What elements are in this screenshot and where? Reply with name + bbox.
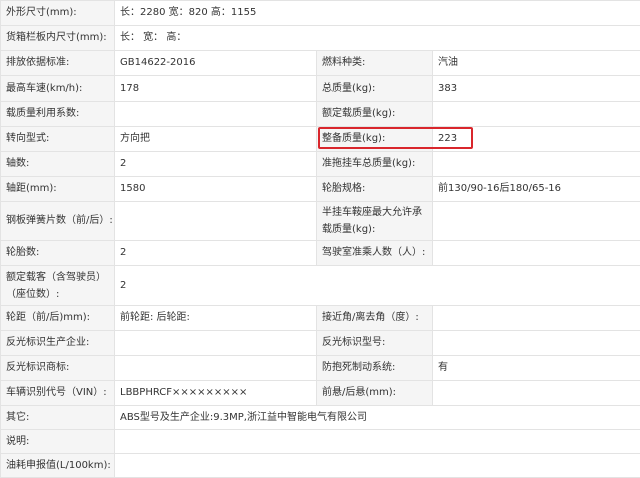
spec-row-other: 其它: ABS型号及生产企业:9.3MP,浙江益中智能电气有限公司	[0, 405, 640, 430]
spec-row-steering-curb: 转向型式: 方向把 整备质量(kg): 223	[0, 126, 640, 152]
spec-row-axles: 轴数: 2 准拖挂车总质量(kg):	[0, 151, 640, 177]
value-notes	[113, 429, 640, 454]
label-track-width: 轮距（前/后)mm):	[0, 305, 115, 331]
spec-row-fuel-consumption: 油耗申报值(L/100km):	[0, 453, 640, 478]
label-abs: 防抱死制动系统:	[316, 355, 433, 381]
value-leaf-springs	[114, 201, 317, 241]
label-approach-angle: 接近角/离去角（度）:	[316, 305, 433, 331]
spec-row-notes: 说明:	[0, 429, 640, 454]
value-rated-load	[431, 101, 640, 127]
value-wheelbase: 1580	[114, 176, 317, 202]
value-tire-count: 2	[114, 240, 317, 266]
label-total-mass: 总质量(kg):	[316, 75, 433, 102]
value-track-width: 前轮距: 后轮距:	[114, 305, 317, 331]
spec-row-speed-mass: 最高车速(km/h): 178 总质量(kg): 383	[0, 75, 640, 102]
value-steering-type: 方向把	[114, 126, 317, 152]
value-axle-count: 2	[114, 151, 317, 177]
value-reflector-maker	[114, 330, 317, 356]
spec-row-track-angles: 轮距（前/后)mm): 前轮距: 后轮距: 接近角/离去角（度）:	[0, 305, 640, 331]
value-reflector-model	[431, 330, 640, 356]
value-cab-capacity	[431, 240, 640, 266]
value-abs: 有	[431, 355, 640, 381]
label-rated-seats: 额定载客（含驾驶员）（座位数）:	[0, 265, 115, 306]
label-leaf-springs: 钢板弹簧片数（前/后）:	[0, 201, 115, 241]
value-tire-spec: 前130/90-16后180/65-16	[431, 176, 640, 202]
label-fuel-type: 燃料种类:	[316, 50, 433, 76]
label-curb-mass: 整备质量(kg):	[316, 126, 433, 152]
spec-row-cargo-dimensions: 货箱栏板内尺寸(mm): 长： 宽： 高：	[0, 25, 640, 51]
spec-row-tire-count-cab: 轮胎数: 2 驾驶室准乘人数（人）:	[0, 240, 640, 266]
label-overhang: 前悬/后悬(mm):	[316, 380, 433, 406]
label-notes: 说明:	[0, 429, 115, 454]
label-tire-spec: 轮胎规格:	[316, 176, 433, 202]
label-cargo-dimensions: 货箱栏板内尺寸(mm):	[0, 25, 115, 51]
spec-row-brand-abs: 反光标识商标: 防抱死制动系统: 有	[0, 355, 640, 381]
label-vin: 车辆识别代号（VIN）:	[0, 380, 115, 406]
spec-row-seats: 额定载客（含驾驶员）（座位数）: 2	[0, 265, 640, 306]
value-saddle-load	[431, 201, 640, 241]
value-other: ABS型号及生产企业:9.3MP,浙江益中智能电气有限公司	[113, 405, 640, 430]
spec-row-reflector: 反光标识生产企业: 反光标识型号:	[0, 330, 640, 356]
label-dimensions: 外形尺寸(mm):	[0, 0, 115, 26]
value-max-speed: 178	[114, 75, 317, 102]
label-reflector-model: 反光标识型号:	[316, 330, 433, 356]
label-reflector-maker: 反光标识生产企业:	[0, 330, 115, 356]
value-emission-standard: GB14622-2016	[114, 50, 317, 76]
value-cargo-dimensions: 长： 宽： 高：	[113, 25, 640, 51]
value-vin: LBBPHRCF×××××××××	[114, 380, 317, 406]
spec-row-wheelbase-tires: 轴距(mm): 1580 轮胎规格: 前130/90-16后180/65-16	[0, 176, 640, 202]
spec-row-springs-saddle: 钢板弹簧片数（前/后）: 半挂车鞍座最大允许承载质量(kg):	[0, 201, 640, 241]
vehicle-spec-table: 外形尺寸(mm): 长：2280 宽：820 高：1155 货箱栏板内尺寸(mm…	[0, 0, 640, 478]
value-trailer-mass	[431, 151, 640, 177]
value-total-mass: 383	[431, 75, 640, 102]
spec-row-load: 载质量利用系数: 额定载质量(kg):	[0, 101, 640, 127]
spec-row-emission-fuel: 排放依据标准: GB14622-2016 燃料种类: 汽油	[0, 50, 640, 76]
label-steering-type: 转向型式:	[0, 126, 115, 152]
label-tire-count: 轮胎数:	[0, 240, 115, 266]
label-rated-load: 额定载质量(kg):	[316, 101, 433, 127]
value-fuel-consumption	[113, 453, 640, 478]
label-reflector-brand: 反光标识商标:	[0, 355, 115, 381]
value-reflector-brand	[114, 355, 317, 381]
value-curb-mass: 223	[431, 126, 640, 152]
label-axle-count: 轴数:	[0, 151, 115, 177]
label-emission-standard: 排放依据标准:	[0, 50, 115, 76]
spec-row-dimensions: 外形尺寸(mm): 长：2280 宽：820 高：1155	[0, 0, 640, 26]
spec-row-vin-overhang: 车辆识别代号（VIN）: LBBPHRCF××××××××× 前悬/后悬(mm)…	[0, 380, 640, 406]
value-overhang	[431, 380, 640, 406]
label-cab-capacity: 驾驶室准乘人数（人）:	[316, 240, 433, 266]
label-saddle-load: 半挂车鞍座最大允许承载质量(kg):	[316, 201, 433, 241]
value-load-coefficient	[114, 101, 317, 127]
label-wheelbase: 轴距(mm):	[0, 176, 115, 202]
label-other: 其它:	[0, 405, 115, 430]
label-max-speed: 最高车速(km/h):	[0, 75, 115, 102]
label-load-coefficient: 载质量利用系数:	[0, 101, 115, 127]
value-approach-angle	[431, 305, 640, 331]
label-trailer-mass: 准拖挂车总质量(kg):	[316, 151, 433, 177]
value-rated-seats: 2	[113, 265, 640, 306]
value-dimensions: 长：2280 宽：820 高：1155	[113, 0, 640, 26]
label-fuel-consumption: 油耗申报值(L/100km):	[0, 453, 115, 478]
value-fuel-type: 汽油	[431, 50, 640, 76]
